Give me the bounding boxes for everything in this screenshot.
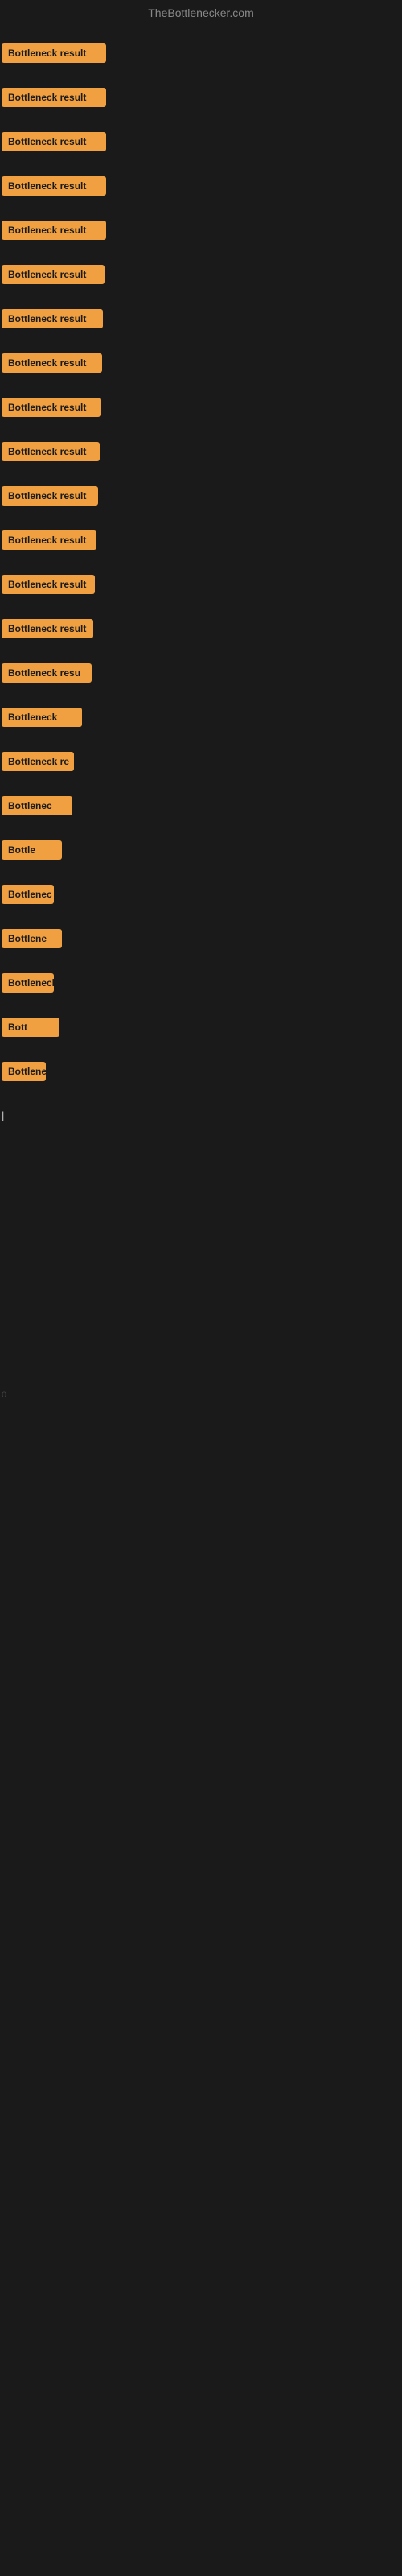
empty-row: [0, 1918, 402, 1963]
pipe-char: |: [2, 1109, 4, 1121]
bottleneck-badge[interactable]: Bottleneck result: [2, 353, 102, 373]
empty-row: [0, 2405, 402, 2450]
zero-char: 0: [2, 1390, 6, 1400]
empty-row: [0, 1653, 402, 1697]
bottleneck-row: Bottlene: [0, 1049, 402, 1093]
empty-row: [0, 2361, 402, 2405]
bottleneck-row: Bottleneck result: [0, 119, 402, 163]
bottleneck-row: Bottleneck result: [0, 606, 402, 650]
empty-row: [0, 2095, 402, 2140]
empty-row: [0, 2184, 402, 2228]
site-header: TheBottlenecker.com: [0, 0, 402, 31]
bottleneck-row: Bott: [0, 1005, 402, 1049]
bottleneck-row: Bottleneck result: [0, 296, 402, 341]
empty-row: [0, 1315, 402, 1359]
empty-row: [0, 1431, 402, 1476]
bottleneck-badge[interactable]: Bottlene: [2, 929, 62, 948]
bottleneck-badge[interactable]: Bottleneck result: [2, 132, 106, 151]
empty-row: [0, 1564, 402, 1608]
empty-row: [0, 1741, 402, 1785]
bottleneck-row: Bottleneck: [0, 695, 402, 739]
empty-row: [0, 2450, 402, 2494]
bottleneck-badge[interactable]: Bottleneck: [2, 973, 54, 993]
empty-row: [0, 1476, 402, 1520]
bottleneck-badge[interactable]: Bottleneck result: [2, 619, 93, 638]
bottleneck-badge[interactable]: Bottleneck result: [2, 88, 106, 107]
empty-row: [0, 1608, 402, 1653]
bottleneck-badge[interactable]: Bottleneck resu: [2, 663, 92, 683]
bottleneck-row: Bottleneck result: [0, 429, 402, 473]
bottleneck-badge[interactable]: Bottlenec: [2, 885, 54, 904]
bottleneck-badge[interactable]: Bottleneck result: [2, 221, 106, 240]
empty-row: [0, 1874, 402, 1918]
bottleneck-badge[interactable]: Bottleneck result: [2, 442, 100, 461]
bottleneck-badge[interactable]: Bottlenec: [2, 796, 72, 815]
empty-row: [0, 1963, 402, 2007]
bottleneck-row: Bottleneck result: [0, 518, 402, 562]
bottleneck-badge[interactable]: Bottlene: [2, 1062, 46, 1081]
bottleneck-row: Bottle: [0, 828, 402, 872]
bottleneck-row: Bottleneck: [0, 960, 402, 1005]
bottleneck-row: Bottleneck re: [0, 739, 402, 783]
bottleneck-row: Bottleneck result: [0, 75, 402, 119]
empty-row: [0, 1697, 402, 1741]
empty-row: [0, 1520, 402, 1564]
bottleneck-row: Bottleneck result: [0, 385, 402, 429]
bottleneck-row: Bottleneck result: [0, 163, 402, 208]
bottleneck-badge[interactable]: Bottleneck re: [2, 752, 74, 771]
empty-row: [0, 2051, 402, 2095]
bottleneck-badge[interactable]: Bottleneck result: [2, 43, 106, 63]
sparse-row: 0: [0, 1359, 402, 1431]
bottleneck-badge[interactable]: Bottleneck result: [2, 575, 95, 594]
bottleneck-badge[interactable]: Bottleneck result: [2, 176, 106, 196]
bottleneck-row: Bottlene: [0, 916, 402, 960]
bottleneck-row: Bottlenec: [0, 872, 402, 916]
single-char-row: |: [2, 1093, 402, 1137]
empty-row: [0, 1270, 402, 1315]
bottleneck-badge[interactable]: Bottleneck result: [2, 530, 96, 550]
bottleneck-badge[interactable]: Bottleneck: [2, 708, 82, 727]
bottleneck-row: Bottleneck result: [0, 341, 402, 385]
empty-row: [0, 1137, 402, 1182]
bottleneck-row: Bottleneck result: [0, 562, 402, 606]
bottleneck-badge[interactable]: Bottleneck result: [2, 486, 98, 506]
bottleneck-row: Bottleneck result: [0, 208, 402, 252]
bottleneck-badge[interactable]: Bottle: [2, 840, 62, 860]
empty-row: [0, 2317, 402, 2361]
bottleneck-container: Bottleneck result Bottleneck result Bott…: [0, 31, 402, 2538]
empty-row: [0, 2140, 402, 2184]
bottleneck-row: Bottleneck result: [0, 473, 402, 518]
empty-row: [0, 2007, 402, 2051]
empty-row: [0, 2228, 402, 2273]
bottleneck-badge[interactable]: Bottleneck result: [2, 265, 105, 284]
bottleneck-badge[interactable]: Bottleneck result: [2, 398, 100, 417]
bottleneck-row: Bottleneck result: [0, 31, 402, 75]
bottleneck-badge[interactable]: Bott: [2, 1018, 59, 1037]
empty-row: [0, 1785, 402, 1830]
bottleneck-row: Bottleneck result: [0, 252, 402, 296]
empty-row: [0, 2494, 402, 2538]
bottleneck-row: Bottlenec: [0, 783, 402, 828]
bottleneck-badge[interactable]: Bottleneck result: [2, 309, 103, 328]
empty-row: [0, 1182, 402, 1226]
empty-row: [0, 2273, 402, 2317]
bottleneck-row: Bottleneck resu: [0, 650, 402, 695]
site-title: TheBottlenecker.com: [148, 6, 254, 19]
empty-row: [0, 1226, 402, 1270]
empty-row: [0, 1830, 402, 1874]
